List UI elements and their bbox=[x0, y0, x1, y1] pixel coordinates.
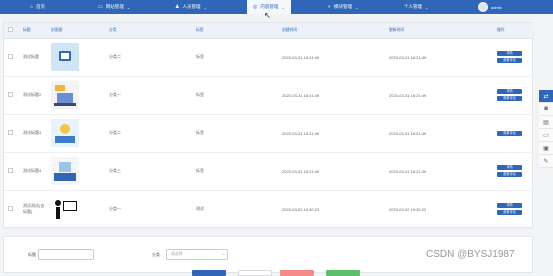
home-icon: ⌂ bbox=[30, 3, 34, 10]
cell-category: 分类一 bbox=[105, 76, 192, 115]
cell-tag: 测试 bbox=[192, 190, 278, 229]
user-menu[interactable]: admin bbox=[478, 2, 502, 12]
table-row: 测试标题3 分类二 标签 2023-03-31 18:21:49 2023-03… bbox=[4, 114, 534, 153]
view-comments-button[interactable]: 查看评论 bbox=[497, 130, 522, 136]
title-search-input[interactable] bbox=[38, 249, 94, 260]
cell-updated: 2023-03-31 18:21:49 bbox=[385, 152, 493, 191]
cell-tag: 标签 bbox=[192, 38, 278, 77]
share-icon[interactable]: ⇄ bbox=[539, 90, 553, 103]
mouse-cursor-icon: ↖ bbox=[264, 11, 271, 20]
view-comments-button[interactable]: 查看评论 bbox=[497, 58, 522, 63]
chevron-down-icon: ⌄ bbox=[220, 252, 224, 256]
cell-updated: 2023-03-02 19:30:23 bbox=[385, 190, 493, 229]
cell-category: 分类一 bbox=[105, 190, 192, 229]
cell-created: 2023-03-02 19:30:23 bbox=[278, 190, 385, 229]
column-header-tag[interactable]: 标签 bbox=[192, 23, 278, 39]
category-select[interactable]: 请选择 ⌄ bbox=[166, 249, 228, 260]
reset-button[interactable] bbox=[238, 270, 272, 276]
chevron-down-icon: ⌄ bbox=[355, 4, 359, 10]
column-header-created[interactable]: 创建时间 bbox=[278, 23, 385, 39]
view-comments-button[interactable]: 查看评论 bbox=[497, 172, 522, 177]
column-header-title[interactable]: 标题 bbox=[19, 23, 47, 39]
cell-updated: 2023-03-31 18:21:49 bbox=[385, 114, 493, 153]
cell-tag: 标签 bbox=[192, 76, 278, 115]
search-button[interactable] bbox=[192, 270, 226, 276]
cell-title: 测试标题 bbox=[19, 38, 47, 77]
cell-updated: 2023-03-31 18:21:49 bbox=[385, 38, 493, 77]
content-icon: ◎ bbox=[253, 3, 258, 10]
table-row: 测试标题 分类二 标签 2023-03-31 18:21:49 2023-03-… bbox=[4, 38, 534, 77]
message-icon[interactable]: ▣ bbox=[539, 142, 553, 155]
cell-created: 2023-03-31 18:21:49 bbox=[278, 38, 385, 77]
chevron-down-icon: ⌄ bbox=[203, 4, 207, 10]
site-manage-icon: ▭ bbox=[98, 3, 103, 10]
nav-user-manage[interactable]: ♟ 人员管理 ⌄ bbox=[175, 0, 207, 14]
chevron-down-icon: ⌄ bbox=[281, 4, 285, 10]
watermark: CSDN @BYSJ1987 bbox=[426, 249, 515, 260]
cell-category: 分类二 bbox=[105, 114, 192, 153]
pen-icon[interactable]: ✎ bbox=[539, 155, 553, 168]
filter-title-label: 标题 bbox=[28, 252, 36, 257]
nav-site-manage[interactable]: ▭ 网站管理 ⌄ bbox=[98, 0, 130, 14]
cell-tag: 标签 bbox=[192, 152, 278, 191]
user-icon: ♟ bbox=[175, 3, 180, 10]
cell-tag: 标签 bbox=[192, 114, 278, 153]
table-row: 测试标题2 分类一 标签 2023-03-31 18:21:49 2023-03… bbox=[4, 76, 534, 115]
cell-title: 测试标题2 bbox=[19, 76, 47, 115]
cell-created: 2023-03-31 18:21:49 bbox=[278, 76, 385, 115]
detail-button[interactable]: 详情 bbox=[497, 51, 522, 56]
add-button[interactable] bbox=[326, 270, 360, 276]
chevron-down-icon: ⌄ bbox=[425, 4, 429, 10]
cell-title: 测试标题4 bbox=[19, 152, 47, 191]
avatar bbox=[478, 2, 488, 12]
column-header-cover: 封面图 bbox=[47, 23, 105, 39]
camera-icon[interactable]: ◙ bbox=[539, 103, 553, 116]
detail-button[interactable]: 详情 bbox=[497, 89, 522, 94]
view-comments-button[interactable]: 查看评论 bbox=[497, 96, 522, 101]
side-toolbar: ⇄ ◙ ▤ ▭ ▣ ✎ bbox=[539, 90, 553, 168]
column-header-actions: 操作 bbox=[493, 23, 534, 39]
cover-image[interactable] bbox=[51, 43, 79, 71]
layers-icon[interactable]: ▤ bbox=[539, 116, 553, 129]
row-checkbox[interactable] bbox=[8, 54, 13, 59]
window-icon[interactable]: ▭ bbox=[539, 129, 553, 142]
cover-image[interactable] bbox=[51, 119, 79, 147]
table-row: 测试标题4 分类三 标签 2023-03-31 18:21:49 2023-03… bbox=[4, 152, 534, 191]
row-checkbox[interactable] bbox=[8, 206, 13, 211]
row-checkbox[interactable] bbox=[8, 130, 13, 135]
row-checkbox[interactable] bbox=[8, 168, 13, 173]
column-header-updated[interactable]: 更新时间 bbox=[385, 23, 493, 39]
module-icon: ◐ bbox=[328, 3, 332, 10]
top-navigation-bar: ⌂ 首页 ▭ 网站管理 ⌄ ♟ 人员管理 ⌄ ◎ 内容管理 ⌄ ◐ 模块管理 ⌄ 个人管理 ⌄ ad… bbox=[0, 0, 553, 14]
nav-personal-manage[interactable]: 个人管理 ⌄ bbox=[404, 0, 428, 14]
cell-title: 测试测试(去标题) bbox=[19, 190, 47, 229]
article-table-panel: 标题 封面图 分类 标签 创建时间 更新时间 操作 测试标题 分类二 标签 20… bbox=[3, 22, 534, 229]
cover-image[interactable] bbox=[51, 81, 79, 109]
delete-button[interactable] bbox=[280, 270, 314, 276]
username: admin bbox=[491, 4, 502, 10]
table-row: 测试测试(去标题) 分类一 测试 2023-03-02 19:30:23 202… bbox=[4, 190, 534, 229]
cover-image[interactable] bbox=[51, 195, 79, 223]
chevron-down-icon: ⌄ bbox=[126, 4, 131, 10]
cell-title: 测试标题3 bbox=[19, 114, 47, 153]
cell-category: 分类三 bbox=[105, 152, 192, 191]
detail-button[interactable]: 详情 bbox=[497, 203, 522, 208]
select-all-checkbox[interactable] bbox=[8, 27, 13, 33]
cell-created: 2023-03-31 18:21:49 bbox=[278, 114, 385, 153]
filter-category-label: 分类 bbox=[152, 252, 160, 257]
column-header-category[interactable]: 分类 bbox=[105, 23, 192, 39]
table-header-row: 标题 封面图 分类 标签 创建时间 更新时间 操作 bbox=[4, 23, 534, 39]
nav-home[interactable]: ⌂ 首页 bbox=[30, 0, 45, 14]
cover-image[interactable] bbox=[51, 157, 79, 185]
view-comments-button[interactable]: 查看评论 bbox=[497, 210, 522, 215]
cell-category: 分类二 bbox=[105, 38, 192, 77]
detail-button[interactable]: 详情 bbox=[497, 165, 522, 170]
article-table: 标题 封面图 分类 标签 创建时间 更新时间 操作 测试标题 分类二 标签 20… bbox=[4, 23, 534, 229]
cell-created: 2023-03-31 18:21:49 bbox=[278, 152, 385, 191]
cell-updated: 2023-03-31 18:21:49 bbox=[385, 76, 493, 115]
row-checkbox[interactable] bbox=[8, 92, 13, 97]
nav-module-manage[interactable]: ◐ 模块管理 ⌄ bbox=[328, 0, 358, 14]
